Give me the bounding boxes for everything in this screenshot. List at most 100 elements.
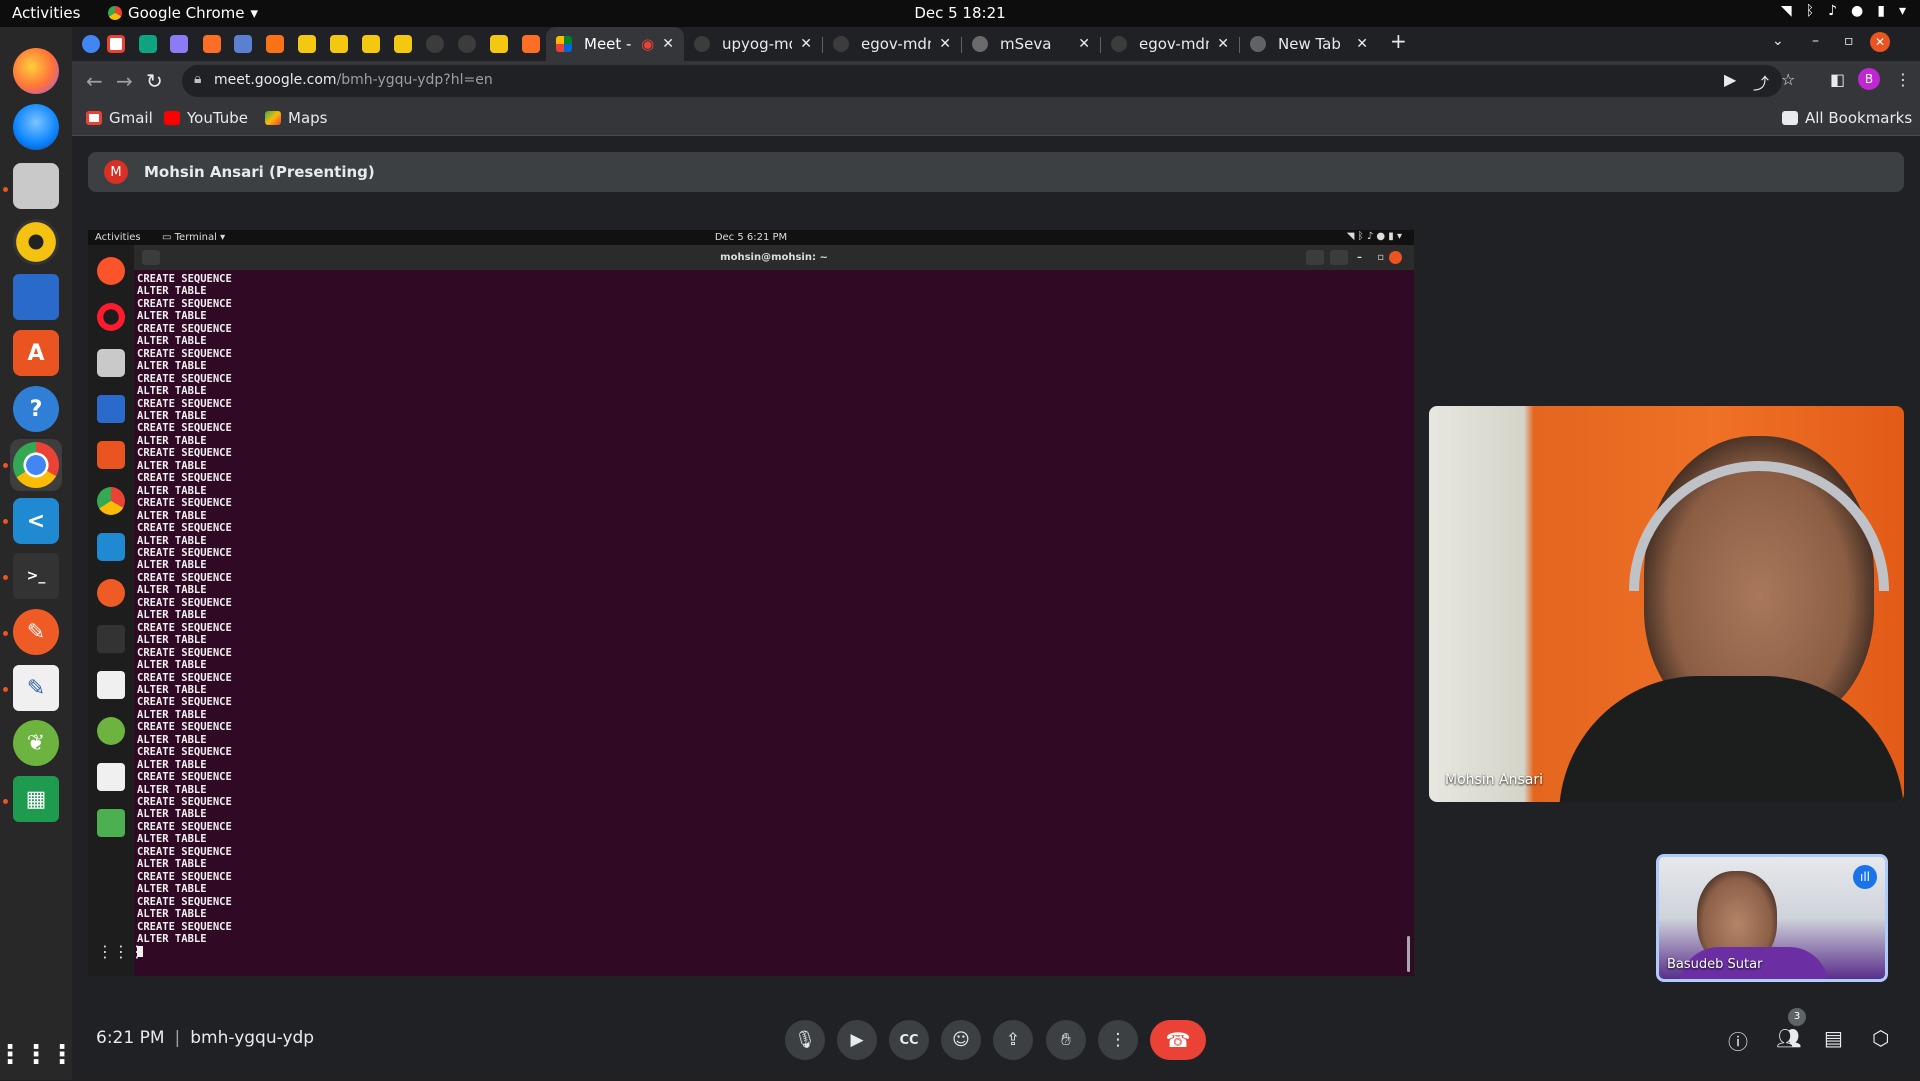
tab-egov-mdms-1[interactable]: egov-mdms-da ✕ (823, 27, 961, 61)
search-icon (1306, 250, 1324, 265)
bluetooth-icon: ᛒ (1805, 3, 1815, 19)
terminal-icon (97, 625, 125, 653)
bookmark-youtube[interactable]: YouTube (164, 109, 248, 127)
dock-spring-tools[interactable]: ❦ (10, 717, 62, 769)
app-menu[interactable]: Google Chrome ▾ (108, 4, 258, 22)
tab-search-chevron-icon[interactable]: ⌄ (1772, 33, 1784, 49)
microphone-button[interactable]: 🎙︎ (785, 1020, 825, 1060)
share-icon[interactable]: ⤴ (1753, 70, 1769, 94)
shared-screen: Activities ▭ Terminal ▾ Dec 5 6:21 PM ◥ … (88, 230, 1414, 976)
tab-upyog-mdms[interactable]: upyog-mdms-d ✕ (684, 27, 822, 61)
maximize-button[interactable]: ▫ (1844, 33, 1854, 49)
dock-chrome[interactable] (10, 439, 62, 491)
presenter-label: Mohsin Ansari (Presenting) (144, 163, 375, 181)
pinned-tab-github[interactable] (458, 35, 476, 53)
bookmark-star-icon[interactable]: ☆ (1781, 70, 1795, 89)
camera-in-use-icon[interactable]: ▶ (1724, 70, 1736, 89)
meeting-details-icon[interactable]: ⓘ (1728, 1026, 1748, 1055)
dock-files[interactable] (10, 160, 62, 212)
dock-postman[interactable]: ✎ (10, 606, 62, 658)
system-clock[interactable]: Dec 5 18:21 (914, 4, 1005, 22)
dock-rhythmbox[interactable] (10, 216, 62, 268)
raise-hand-button[interactable]: ✋︎ (1046, 1020, 1086, 1060)
pinned-tab-gitlab[interactable] (522, 35, 540, 53)
forward-button[interactable]: → (116, 69, 133, 93)
close-tab-icon[interactable]: ✕ (1356, 36, 1368, 52)
people-icon[interactable]: 👥︎ (1776, 1026, 1801, 1050)
pinned-tab[interactable] (298, 35, 316, 53)
camera-button[interactable]: ▶ (837, 1020, 877, 1060)
participant-tile-self[interactable]: ıll Basudeb Sutar (1656, 854, 1888, 982)
reactions-button[interactable]: ☺ (941, 1020, 981, 1060)
show-apps-button[interactable]: ⋮⋮⋮ (0, 1029, 75, 1081)
pinned-tab[interactable] (234, 35, 252, 53)
close-tab-icon[interactable]: ✕ (1078, 36, 1090, 52)
postman-icon (97, 579, 125, 607)
app-grid-icon: ⋮⋮⋮ (97, 942, 145, 961)
dock-calc[interactable]: ▦ (10, 773, 62, 825)
back-button[interactable]: ← (86, 69, 103, 93)
pinned-tab[interactable] (266, 35, 284, 53)
pinned-tab[interactable] (139, 35, 157, 53)
presenter-avatar: M (104, 160, 128, 184)
close-tab-icon[interactable]: ✕ (939, 36, 951, 52)
dock-help[interactable]: ? (10, 383, 62, 435)
image-viewer-icon (97, 809, 125, 837)
activities-icon[interactable]: ⬡ (1872, 1026, 1889, 1050)
url-text: meet.google.com/bmh-ygqu-ydp?hl=en (214, 72, 493, 88)
more-options-button[interactable]: ⋮ (1098, 1020, 1138, 1060)
opera-icon (97, 303, 125, 331)
browser-toolbar: ← → ↻ 🔒︎ meet.google.com/bmh-ygqu-ydp?hl… (72, 61, 1920, 101)
dock-vscode[interactable]: < (10, 495, 62, 547)
close-tab-icon[interactable]: ✕ (800, 36, 812, 52)
all-bookmarks-button[interactable]: All Bookmarks (1782, 109, 1912, 127)
address-bar[interactable]: 🔒︎ meet.google.com/bmh-ygqu-ydp?hl=en (182, 65, 1782, 97)
present-button[interactable]: ⇪ (993, 1020, 1033, 1060)
presenter-banner: M Mohsin Ansari (Presenting) (88, 152, 1904, 192)
bookmark-gmail[interactable]: Gmail (86, 109, 153, 127)
close-tab-icon[interactable]: ✕ (1217, 36, 1229, 52)
github-icon (833, 36, 849, 52)
captions-button[interactable]: CC (889, 1020, 929, 1060)
postman-icon: ✎ (13, 609, 59, 655)
dock-software[interactable]: A (10, 327, 62, 379)
dock-thunderbird[interactable] (10, 101, 62, 153)
rhythmbox-icon (13, 219, 59, 265)
pinned-tab-gitlab[interactable] (203, 35, 221, 53)
tab-mseva[interactable]: mSeva ✕ (962, 27, 1100, 61)
pinned-tab[interactable] (330, 35, 348, 53)
pinned-tab-gmail[interactable] (107, 35, 125, 53)
chrome-menu-icon[interactable]: ⋮ (1895, 70, 1911, 89)
participant-tile-main[interactable]: Mohsin Ansari (1429, 406, 1904, 802)
files-icon (97, 349, 125, 377)
more-vertical-icon: ⋮ (1109, 1030, 1127, 1050)
dock-writer[interactable] (10, 271, 62, 323)
activities-button[interactable]: Activities (12, 4, 80, 22)
close-window-button[interactable]: ✕ (1870, 32, 1890, 52)
tab-new-tab[interactable]: New Tab ✕ (1240, 27, 1378, 61)
pinned-tab[interactable] (170, 35, 188, 53)
tab-meet[interactable]: Meet - bmh ◉ ✕ (546, 27, 684, 61)
profile-avatar[interactable]: B (1858, 68, 1880, 90)
side-panel-icon[interactable]: ◧ (1830, 70, 1845, 89)
app-grid-icon: ⋮⋮⋮ (0, 1040, 75, 1070)
chat-icon[interactable]: ▤ (1824, 1026, 1843, 1050)
pinned-tab[interactable] (82, 35, 100, 53)
pinned-tab-github[interactable] (426, 35, 444, 53)
new-tab-button[interactable]: + (1390, 29, 1407, 53)
bookmarks-bar: Gmail YouTube Maps All Bookmarks (72, 101, 1920, 136)
close-tab-icon[interactable]: ✕ (662, 36, 674, 52)
leave-call-button[interactable]: ☎ (1150, 1020, 1206, 1060)
dock-text-editor[interactable]: ✎ (10, 662, 62, 714)
bookmark-maps[interactable]: Maps (265, 109, 327, 127)
speaking-indicator-icon: ıll (1853, 865, 1877, 889)
tab-egov-mdms-2[interactable]: egov-mdms-da ✕ (1101, 27, 1239, 61)
minimize-button[interactable]: – (1812, 33, 1819, 49)
pinned-tab[interactable] (490, 35, 508, 53)
pinned-tab[interactable] (362, 35, 380, 53)
dock-terminal[interactable]: >_ (10, 550, 62, 602)
pinned-tab[interactable] (394, 35, 412, 53)
dock-firefox[interactable] (10, 45, 62, 97)
reload-button[interactable]: ↻ (146, 69, 163, 93)
system-tray[interactable]: ◥ ᛒ ♪ ● ▮ ▾ (1781, 3, 1906, 19)
